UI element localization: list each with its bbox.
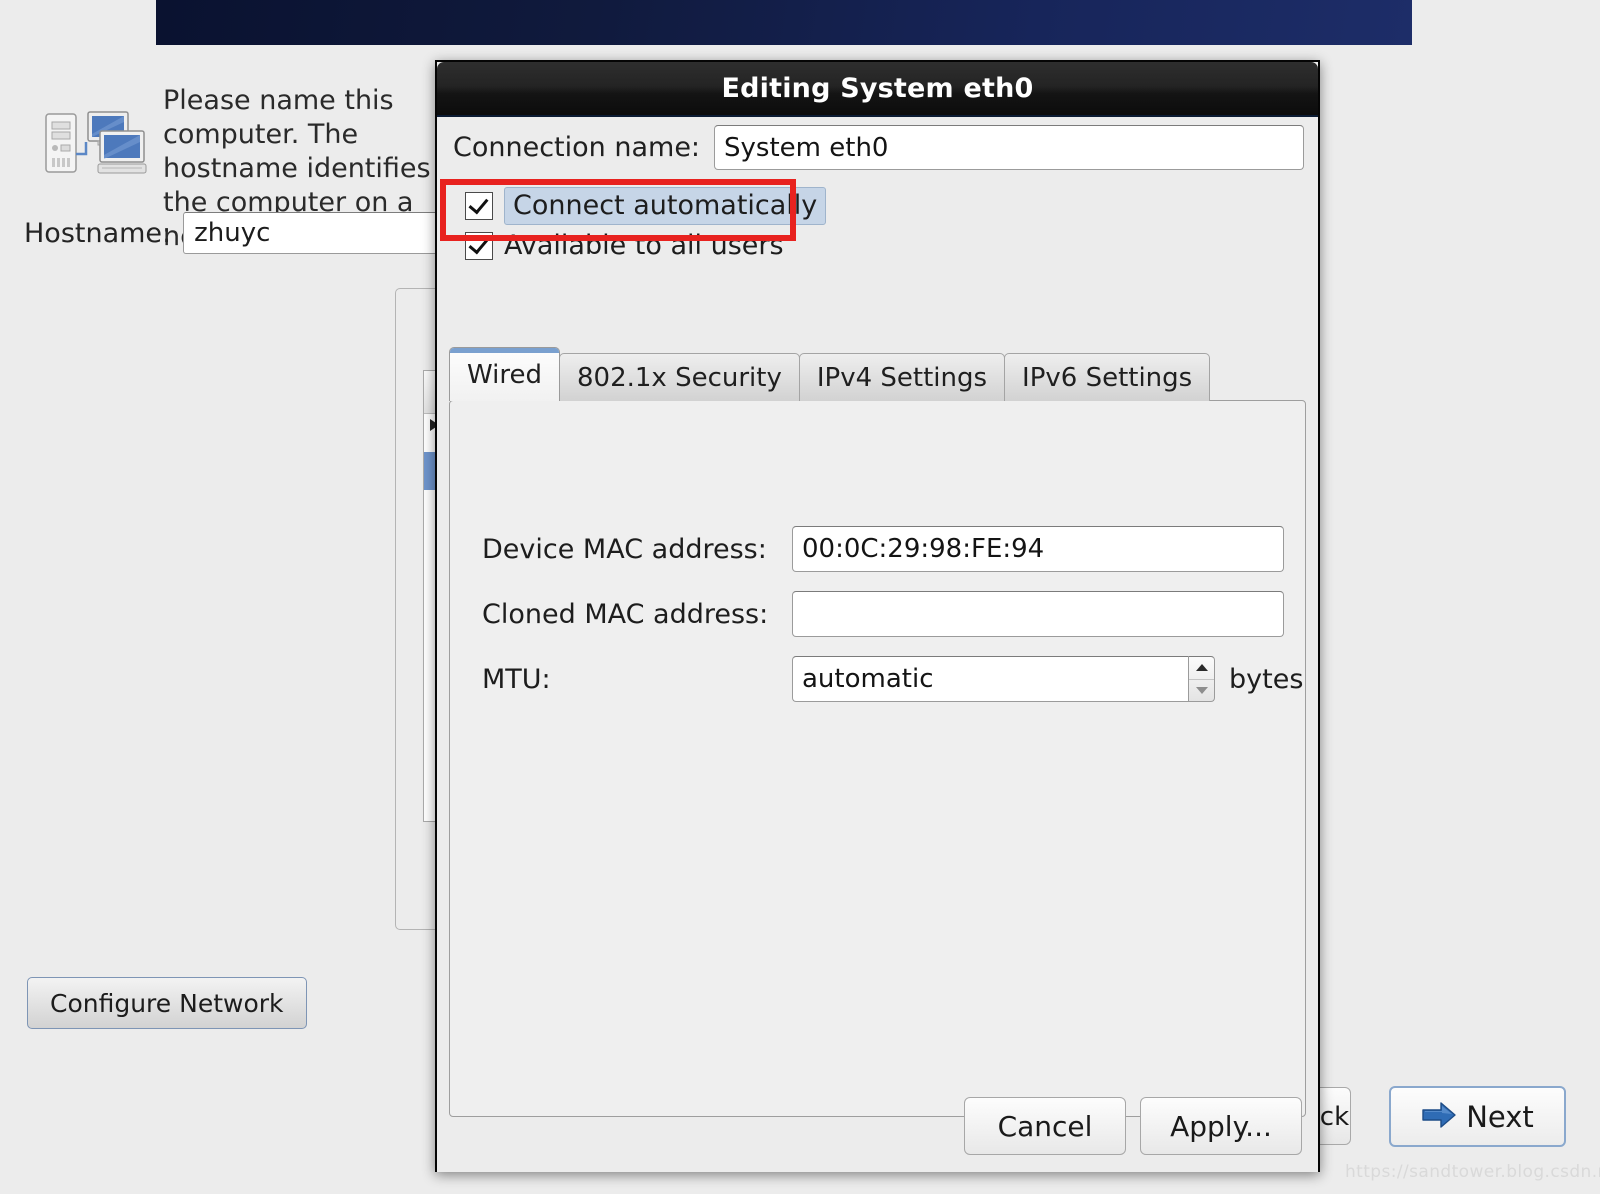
tab-wired[interactable]: Wired (449, 347, 560, 401)
connect-automatically-checkbox[interactable] (465, 192, 493, 220)
dialog-titlebar: Editing System eth0 (437, 62, 1318, 117)
settings-tabs: Wired 802.1x Security IPv4 Settings IPv6… (449, 347, 1211, 401)
editing-connection-dialog: Editing System eth0 Connection name: Con… (435, 60, 1320, 1172)
cloned-mac-row: Cloned MAC address: (482, 591, 1284, 637)
next-button[interactable]: Next (1389, 1086, 1566, 1147)
stepper-up-icon[interactable] (1189, 657, 1214, 680)
mtu-spinner[interactable] (792, 656, 1215, 702)
cancel-button[interactable]: Cancel (964, 1097, 1126, 1155)
cloned-mac-label: Cloned MAC address: (482, 598, 769, 630)
connect-automatically-label[interactable]: Connect automatically (504, 187, 827, 225)
next-button-label: Next (1466, 1099, 1534, 1134)
tab-ipv6-settings[interactable]: IPv6 Settings (1004, 353, 1211, 401)
connect-automatically-row[interactable]: Connect automatically (465, 187, 827, 225)
network-computers-icon (42, 104, 150, 178)
connection-name-input[interactable] (714, 125, 1304, 170)
connection-name-row: Connection name: (453, 125, 1304, 170)
mtu-input[interactable] (792, 656, 1188, 702)
stepper-down-icon[interactable] (1189, 680, 1214, 702)
apply-button[interactable]: Apply... (1140, 1097, 1302, 1155)
device-mac-label: Device MAC address: (482, 533, 767, 565)
available-to-all-users-label: Available to all users (504, 230, 784, 261)
connection-name-label: Connection name: (453, 132, 701, 163)
mtu-row: MTU: bytes (482, 656, 1303, 702)
mtu-unit-label: bytes (1229, 663, 1304, 695)
watermark: https://sandtower.blog.csdn.net (1345, 1162, 1600, 1182)
available-to-all-users-checkbox[interactable] (465, 231, 493, 260)
wired-tab-panel: Device MAC address: Cloned MAC address: … (449, 400, 1306, 1117)
mtu-stepper[interactable] (1188, 656, 1215, 702)
arrow-right-icon (1421, 1101, 1457, 1133)
available-to-all-users-row[interactable]: Available to all users (465, 230, 784, 261)
dialog-action-buttons: Cancel Apply... (964, 1097, 1302, 1155)
dialog-body: Connection name: Connect automatically A… (437, 117, 1318, 1172)
configure-network-button[interactable]: Configure Network (27, 977, 307, 1029)
mtu-label: MTU: (482, 663, 551, 695)
tab-ipv4-settings[interactable]: IPv4 Settings (798, 353, 1006, 401)
installer-banner (156, 0, 1412, 45)
tab-8021x-security[interactable]: 802.1x Security (558, 353, 800, 401)
device-mac-input[interactable] (792, 526, 1284, 572)
cloned-mac-input[interactable] (792, 591, 1284, 637)
hostname-label: Hostname: (24, 217, 172, 249)
device-mac-row: Device MAC address: (482, 526, 1284, 572)
dialog-title: Editing System eth0 (721, 73, 1034, 104)
screen: Please name this computer. The hostname … (0, 0, 1600, 1194)
